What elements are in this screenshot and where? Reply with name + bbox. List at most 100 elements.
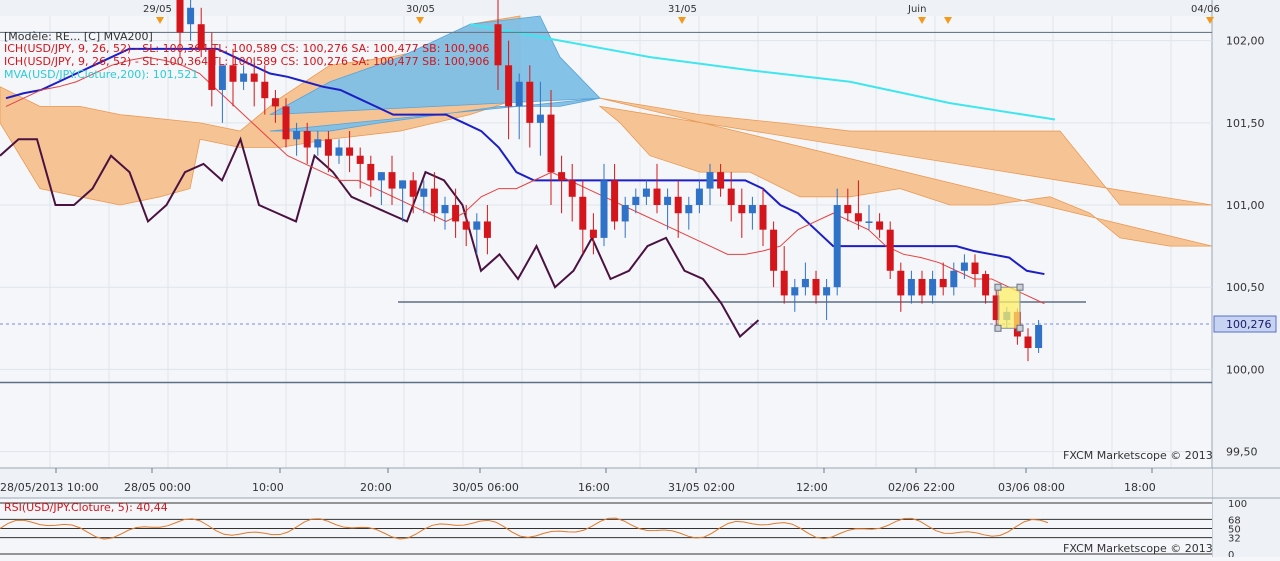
candle-bear (547, 114, 555, 173)
candle-bear (876, 221, 884, 230)
top-date-label: 04/06 (1191, 4, 1220, 15)
top-date-label: 29/05 (143, 4, 172, 15)
candle-bear (176, 0, 184, 33)
candle-bear (462, 221, 470, 230)
candle-bear (483, 221, 491, 238)
candle-bear (812, 278, 820, 296)
candle-bull (632, 196, 640, 206)
selection-handle (994, 283, 1002, 291)
candle-bear (367, 163, 375, 181)
candle-bull (473, 221, 481, 230)
candle-bear (409, 180, 417, 197)
candle-bear (653, 188, 661, 206)
top-date-label: 30/05 (406, 4, 435, 15)
candle-bull (218, 65, 226, 90)
current-price-value: 100,276 (1226, 318, 1272, 331)
candle-bull (695, 188, 703, 206)
time-axis-label: 03/06 08:00 (998, 481, 1065, 494)
candle-bear (717, 172, 725, 189)
candle-bull (950, 270, 958, 288)
candle-bull (420, 188, 428, 197)
candle-bear (1024, 336, 1032, 349)
candle-bear (505, 65, 513, 107)
legend-ichimoku-2: ICH(USD/JPY, 9, 26, 52) - SL: 100,364 TL… (4, 55, 489, 68)
selection-handle (994, 324, 1002, 332)
time-axis-label: 18:00 (1124, 481, 1156, 494)
price-axis-label: 101,00 (1226, 199, 1265, 212)
price-axis-label: 100,00 (1226, 363, 1265, 376)
candle-bear (452, 205, 460, 222)
candle-bear (324, 139, 332, 156)
candle-bull (664, 196, 672, 206)
candle-bear (939, 278, 947, 288)
candle-bull (335, 147, 343, 156)
candle-bull (240, 73, 248, 82)
candle-bull (621, 205, 629, 222)
selection-handle (1016, 324, 1024, 332)
candle-bear (770, 229, 778, 271)
candle-bear (844, 205, 852, 214)
candle-bull (293, 131, 301, 140)
candle-bull (960, 262, 968, 271)
time-axis-label: 02/06 22:00 (888, 481, 955, 494)
price-axis-label: 101,50 (1226, 117, 1265, 130)
candle-bull (515, 81, 523, 107)
candle-bear (918, 278, 926, 296)
candle-bear (854, 213, 862, 222)
rsi-axis-label: 32 (1228, 534, 1241, 545)
candle-bull (377, 172, 385, 181)
candle-bear (282, 106, 290, 140)
candle-bear (611, 180, 619, 222)
price-axis-label: 100,50 (1226, 281, 1265, 294)
candle-bear (494, 24, 502, 66)
price-axis-panel (1212, 0, 1280, 557)
candle-bull (865, 221, 873, 223)
candle-bull (1035, 325, 1043, 349)
time-axis-label: 16:00 (578, 481, 610, 494)
candle-bull (536, 114, 544, 123)
rsi-panel (0, 498, 1212, 557)
candle-bull (791, 287, 799, 296)
candle-bull (642, 188, 650, 197)
rsi-legend: RSI(USD/JPY.Cloture, 5): 40,44 (4, 501, 168, 514)
candle-bear (886, 229, 894, 271)
candle-bear (356, 155, 364, 164)
candle-bull (600, 180, 608, 238)
candle-bull (685, 205, 693, 214)
candle-bull (441, 205, 449, 214)
time-axis-label: 31/05 02:00 (668, 481, 735, 494)
time-axis-label: 20:00 (360, 481, 392, 494)
time-axis-label: 28/05 00:00 (124, 481, 191, 494)
top-date-label: 31/05 (668, 4, 697, 15)
candle-bear (589, 229, 597, 238)
candle-bear (261, 81, 269, 99)
legend-ichimoku-1: ICH(USD/JPY, 9, 26, 52) - SL: 100,364 TL… (4, 42, 489, 55)
top-date-label: Juin (907, 4, 926, 15)
time-axis-label: 30/05 06:00 (452, 481, 519, 494)
candle-bear (738, 205, 746, 214)
selection-handle (1016, 283, 1024, 291)
candle-bear (579, 196, 587, 230)
rsi-watermark-text: FXCM Marketscope © 2013 (1063, 542, 1213, 555)
candle-bear (430, 188, 438, 214)
candle-bear (526, 81, 534, 123)
candle-bear (982, 274, 990, 296)
candle-bull (801, 278, 809, 288)
candle-bull (929, 278, 937, 296)
legend-mva: MVA(USD/JPY.Cloture,200): 101,521 (4, 68, 198, 81)
candle-bear (971, 262, 979, 275)
candle-bull (907, 278, 915, 296)
price-chart[interactable]: 102,00 101,50 101,00 100,50 100,00 99,50 29/05… (0, 0, 1280, 561)
candle-bull (706, 172, 714, 189)
candle-bear (250, 73, 258, 82)
time-axis-label: 10:00 (252, 481, 284, 494)
candle-bear (558, 172, 566, 181)
candle-bull (399, 180, 407, 189)
time-axis-label: 12:00 (796, 481, 828, 494)
price-axis-label: 99,50 (1226, 446, 1258, 459)
candle-bear (388, 172, 396, 189)
chart-window: 102,00 101,50 101,00 100,50 100,00 99,50 29/05… (0, 0, 1280, 561)
candle-bull (187, 7, 195, 25)
time-axis-label: 28/05/2013 10:00 (0, 481, 99, 494)
candle-bear (303, 131, 311, 148)
